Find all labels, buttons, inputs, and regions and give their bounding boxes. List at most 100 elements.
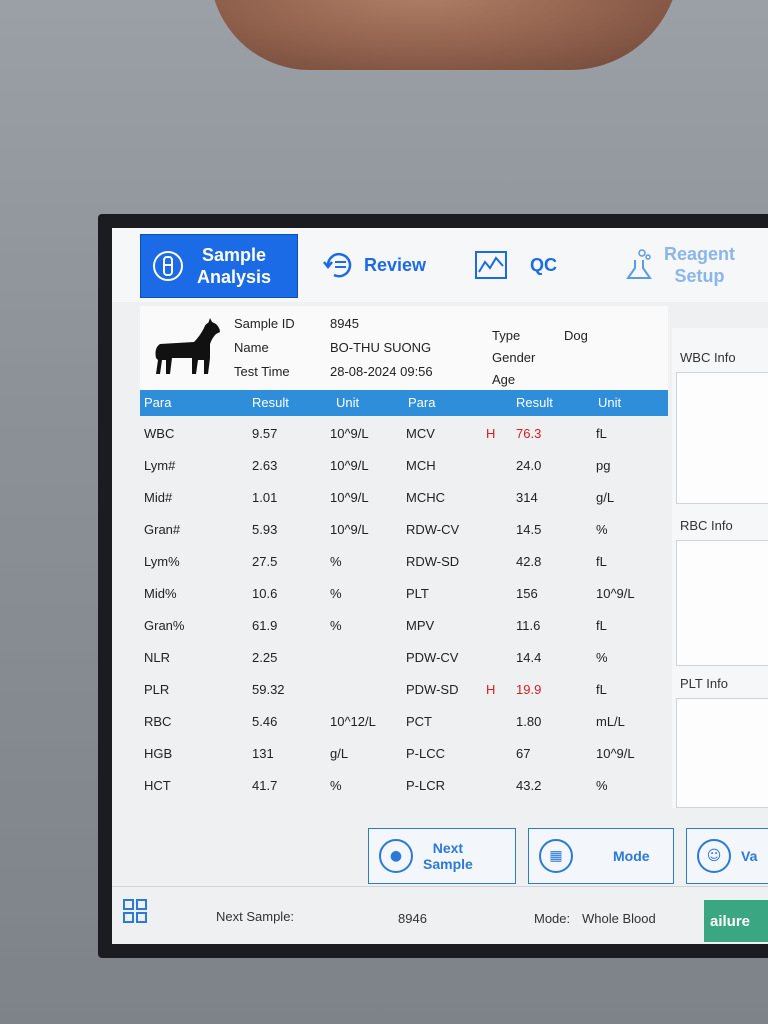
nav-sample-analysis[interactable]: Sample Analysis xyxy=(140,234,298,298)
left-para-cell: WBC xyxy=(144,426,175,441)
analyzer-screen: Sample Analysis Review QC Reagent Setup xyxy=(112,228,768,944)
right-para-cell: P-LCC xyxy=(406,746,446,761)
left-result-cell: 9.57 xyxy=(252,426,278,441)
left-para-cell: Mid% xyxy=(144,586,177,601)
alarm-status-text: ailure xyxy=(710,912,751,930)
left-para-cell: Lym# xyxy=(144,458,176,473)
header-result-left: Result xyxy=(252,395,289,410)
left-unit-cell: g/L xyxy=(330,746,349,761)
right-para-cell: PDW-CV xyxy=(406,650,459,665)
left-result-cell: 61.9 xyxy=(252,618,278,633)
left-unit-cell: 10^9/L xyxy=(330,458,369,473)
right-unit-cell: fL xyxy=(596,682,607,697)
flask-icon xyxy=(622,248,656,282)
left-para-cell: Gran% xyxy=(144,618,185,633)
rbc-info-title: RBC Info xyxy=(680,518,733,533)
right-unit-cell: fL xyxy=(596,426,607,441)
wbc-info-title: WBC Info xyxy=(680,350,736,365)
next-sample-button[interactable]: ● Next Sample xyxy=(368,828,516,884)
nav-review-label: Review xyxy=(364,255,427,275)
right-result-cell: 24.0 xyxy=(516,458,542,473)
results-table-header: Para Result Unit Para Result Unit xyxy=(140,390,668,416)
name-value: BO-THU SUONG xyxy=(330,340,432,355)
left-result-cell: 10.6 xyxy=(252,586,278,601)
sample-info: Sample ID 8945 Name BO-THU SUONG Test Ti… xyxy=(140,306,668,391)
left-result-cell: 131 xyxy=(252,746,274,761)
left-result-cell: 5.46 xyxy=(252,714,278,729)
right-para-cell: MCH xyxy=(406,458,436,473)
alarm-status-badge[interactable]: ailure xyxy=(704,900,768,942)
left-unit-cell: 10^9/L xyxy=(330,426,369,441)
right-result-cell: 19.9 xyxy=(516,682,542,697)
right-result-cell: 14.5 xyxy=(516,522,542,537)
nav-qc[interactable]: QC xyxy=(464,234,584,296)
right-para-cell: PDW-SD xyxy=(406,682,459,697)
left-para-cell: HCT xyxy=(144,778,171,793)
left-unit-cell: 10^9/L xyxy=(330,522,369,537)
right-para-cell: RDW-SD xyxy=(406,554,460,569)
menu-grid-icon[interactable] xyxy=(122,898,148,928)
plt-histogram xyxy=(676,698,768,808)
right-unit-cell: 10^9/L xyxy=(596,586,635,601)
test-tube-icon xyxy=(151,249,185,283)
mode-status-value: Whole Blood xyxy=(582,911,656,926)
right-para-cell: RDW-CV xyxy=(406,522,460,537)
mode-icon: ▦ xyxy=(539,839,573,873)
right-unit-cell: % xyxy=(596,650,608,665)
left-result-cell: 41.7 xyxy=(252,778,278,793)
left-para-cell: Mid# xyxy=(144,490,173,505)
left-unit-cell: % xyxy=(330,554,342,569)
right-para-cell: MPV xyxy=(406,618,435,633)
nav-reagent-setup[interactable]: Reagent Setup xyxy=(612,234,768,296)
right-result-cell: 42.8 xyxy=(516,554,542,569)
left-result-cell: 27.5 xyxy=(252,554,278,569)
finger-occlusion xyxy=(210,0,680,70)
type-value: Dog xyxy=(564,328,588,343)
nav-review[interactable]: Review xyxy=(312,234,452,296)
right-unit-cell: 10^9/L xyxy=(596,746,635,761)
next-sample-status-label: Next Sample: xyxy=(216,909,295,924)
left-result-cell: 2.25 xyxy=(252,650,278,665)
header-result-right: Result xyxy=(516,395,553,410)
test-time-value: 28-08-2024 09:56 xyxy=(330,364,433,379)
right-result-cell: 67 xyxy=(516,746,531,761)
rbc-histogram xyxy=(676,540,768,666)
left-unit-cell: % xyxy=(330,618,342,633)
header-para-right: Para xyxy=(408,395,436,410)
right-unit-cell: pg xyxy=(596,458,611,473)
left-result-cell: 2.63 xyxy=(252,458,278,473)
sample-id-label: Sample ID xyxy=(234,316,295,331)
left-para-cell: NLR xyxy=(144,650,171,665)
left-para-cell: Gran# xyxy=(144,522,181,537)
left-unit-cell: % xyxy=(330,586,342,601)
nav-qc-label: QC xyxy=(530,255,557,275)
validate-label: Va xyxy=(741,848,758,864)
nav-sample-analysis-label: Sample Analysis xyxy=(197,244,271,288)
left-unit-cell: 10^9/L xyxy=(330,490,369,505)
name-label: Name xyxy=(234,340,269,355)
right-unit-cell: mL/L xyxy=(596,714,625,729)
age-label: Age xyxy=(492,372,516,387)
right-para-cell: PCT xyxy=(406,714,432,729)
wbc-histogram xyxy=(676,372,768,504)
user-icon: ☺ xyxy=(697,839,731,873)
header-unit-left: Unit xyxy=(336,395,360,410)
right-result-cell: 14.4 xyxy=(516,650,542,665)
mode-button[interactable]: ▦ Mode xyxy=(528,828,674,884)
right-result-cell: 76.3 xyxy=(516,426,542,441)
nav-reagent-line1: Reagent xyxy=(664,244,736,264)
validate-button[interactable]: ☺ Va xyxy=(686,828,768,884)
next-sample-line2: Sample xyxy=(423,856,473,872)
header-para-left: Para xyxy=(144,395,172,410)
right-result-cell: 11.6 xyxy=(516,618,541,633)
right-result-cell: 156 xyxy=(516,586,538,601)
right-para-cell: MCV xyxy=(406,426,435,441)
status-bar: Next Sample: 8946 Mode: Whole Blood xyxy=(112,886,768,944)
next-sample-label: Next Sample xyxy=(423,840,473,872)
left-para-cell: HGB xyxy=(144,746,173,761)
left-unit-cell: 10^12/L xyxy=(330,714,376,729)
right-unit-cell: fL xyxy=(596,618,607,633)
right-para-cell: P-LCR xyxy=(406,778,446,793)
right-result-cell: 314 xyxy=(516,490,538,505)
left-unit-cell: % xyxy=(330,778,342,793)
